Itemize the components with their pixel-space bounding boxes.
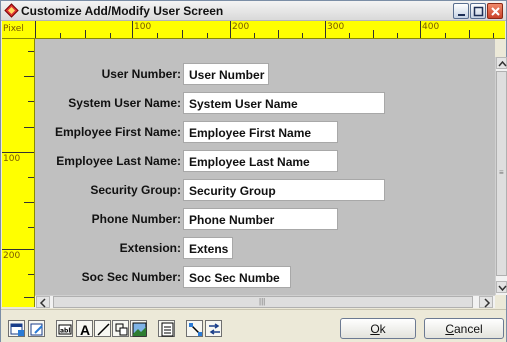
horizontal-scroll-thumb[interactable]: ||| [53, 296, 473, 308]
label-security-group: Security Group: [90, 183, 181, 197]
cancel-rest: ancel [453, 322, 483, 336]
vertical-scroll-thumb[interactable]: ≡ [496, 71, 507, 276]
ruler-mark-v100: 100 [3, 154, 21, 164]
horizontal-ruler: Pixel 100 200 300 400 [2, 21, 505, 39]
customize-screen-window: Customize Add/Modify User Screen Pixel 1… [0, 0, 507, 342]
ruler-unit-label: Pixel [3, 24, 24, 34]
list-tool-icon[interactable] [158, 320, 175, 337]
label-tool-icon[interactable]: A [76, 320, 93, 338]
ruler-mark-v200: 200 [3, 251, 21, 261]
label-soc-sec-number: Soc Sec Number: [81, 270, 181, 284]
align-tool-icon[interactable] [186, 320, 203, 337]
field-employee-last-name[interactable]: Employee Last Name [183, 150, 338, 172]
ok-accel: O [370, 322, 380, 336]
maximize-button[interactable] [470, 3, 486, 19]
field-soc-sec-number[interactable]: Soc Sec Numbe [183, 266, 291, 288]
image-tool-icon[interactable] [130, 320, 147, 337]
scroll-down-button[interactable] [496, 281, 507, 293]
line-tool-icon[interactable] [94, 320, 111, 337]
field-system-user-name[interactable]: System User Name [183, 92, 385, 114]
ok-button[interactable]: Ok [340, 318, 416, 339]
cancel-accel: C [445, 322, 454, 336]
ruler-mark-200: 200 [232, 22, 250, 32]
box-tool-icon[interactable] [112, 320, 129, 337]
field-extension[interactable]: Extens [183, 237, 233, 259]
tab-order-icon[interactable] [205, 320, 222, 337]
svg-text:abl: abl [60, 328, 70, 335]
field-user-number[interactable]: User Number [183, 63, 269, 85]
minimize-button[interactable] [453, 3, 469, 19]
field-security-group[interactable]: Security Group [183, 179, 385, 201]
label-user-number: User Number: [101, 67, 181, 81]
label-employee-first-name: Employee First Name: [54, 125, 181, 139]
label-extension: Extension: [119, 241, 181, 255]
ok-rest: k [379, 322, 386, 336]
ruler-mark-100: 100 [134, 22, 152, 32]
app-diamond-icon [4, 3, 19, 18]
label-employee-last-name: Employee Last Name: [56, 154, 181, 168]
vertical-ruler: 100 200 [2, 39, 35, 307]
screen-properties-icon[interactable] [8, 320, 25, 337]
label-phone-number: Phone Number: [91, 212, 181, 226]
design-canvas[interactable]: User Number: User Number System User Nam… [35, 39, 495, 295]
field-employee-first-name[interactable]: Employee First Name [183, 121, 338, 143]
text-field-icon[interactable]: abl [56, 320, 73, 337]
field-phone-number[interactable]: Phone Number [183, 208, 338, 230]
bottom-toolbar: abl A Ok Cancel [1, 309, 506, 342]
window-title: Customize Add/Modify User Screen [21, 4, 224, 18]
edit-field-icon[interactable] [28, 320, 45, 337]
svg-text:A: A [80, 322, 90, 338]
vertical-scrollbar[interactable]: ≡ [495, 57, 507, 295]
close-button[interactable] [487, 3, 503, 19]
ruler-mark-300: 300 [327, 22, 345, 32]
title-bar[interactable]: Customize Add/Modify User Screen [1, 1, 506, 21]
ruler-mark-400: 400 [422, 22, 440, 32]
scroll-up-button[interactable] [496, 57, 507, 69]
label-system-user-name: System User Name: [68, 96, 181, 110]
scroll-right-button[interactable] [479, 296, 493, 308]
horizontal-scrollbar[interactable]: ||| [35, 295, 495, 308]
scroll-left-button[interactable] [36, 296, 50, 308]
cancel-button[interactable]: Cancel [424, 318, 504, 339]
